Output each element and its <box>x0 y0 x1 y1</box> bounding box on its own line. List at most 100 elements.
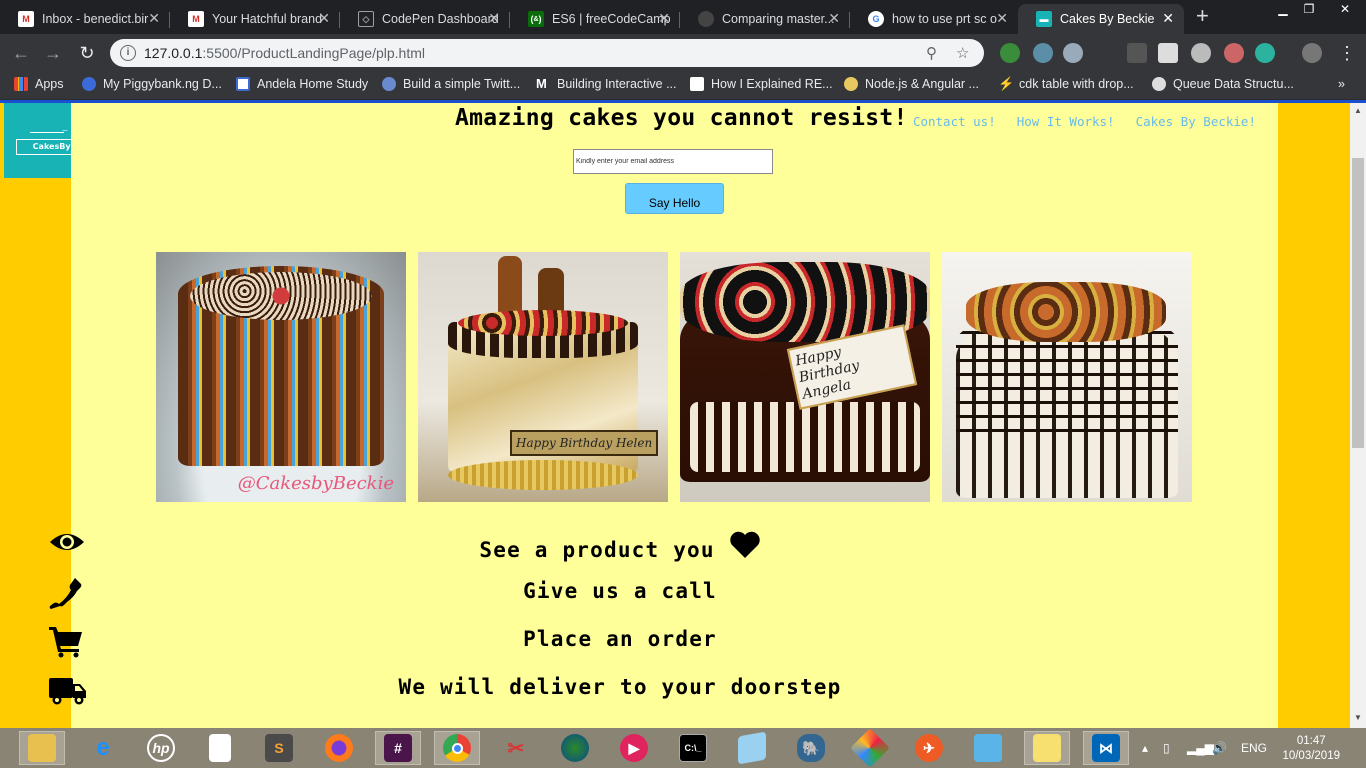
browser-tab-strip: M Inbox - benedict.bir ✕ M Your Hatchful… <box>0 0 1366 34</box>
tab-codepen[interactable]: ◇ CodePen Dashboard ✕ <box>340 4 510 34</box>
page-scrollbar[interactable]: ▲ ▼ <box>1350 103 1366 728</box>
tab-google-search[interactable]: G how to use prt sc o ✕ <box>850 4 1018 34</box>
taskbar-slack[interactable]: # <box>375 731 421 765</box>
taskbar-chrome[interactable] <box>434 731 480 765</box>
url-text: 127.0.0.1:5500/ProductLandingPage/plp.ht… <box>144 45 425 61</box>
bookmark-queue-data[interactable]: Queue Data Structu... <box>1152 77 1294 91</box>
address-bar[interactable]: i 127.0.0.1:5500/ProductLandingPage/plp.… <box>110 39 984 67</box>
close-tab-icon[interactable]: ✕ <box>148 10 160 27</box>
scrollbar-thumb[interactable] <box>1352 158 1364 448</box>
extension-ball-icon[interactable] <box>1191 43 1211 63</box>
close-window-button[interactable]: ✕ <box>1324 0 1366 18</box>
postman-icon: ✈ <box>915 734 943 762</box>
taskbar-file-explorer[interactable] <box>19 731 65 765</box>
taskbar-notepad[interactable] <box>729 731 775 765</box>
close-tab-icon[interactable]: ✕ <box>1162 10 1174 27</box>
taskbar-media-player[interactable]: ▶ <box>611 731 657 765</box>
chrome-icon <box>443 734 471 762</box>
taskbar-firefox[interactable] <box>316 731 362 765</box>
step-delivery: We will deliver to your doorstep <box>0 672 1207 712</box>
scroll-up-arrow[interactable]: ▲ <box>1354 106 1362 115</box>
zoom-icon[interactable]: ⚲ <box>926 44 937 62</box>
taskbar-git[interactable] <box>847 728 893 768</box>
bookmark-andela[interactable]: Andela Home Study <box>236 77 368 91</box>
extension-m-icon[interactable] <box>1255 43 1275 63</box>
close-tab-icon[interactable]: ✕ <box>828 10 840 27</box>
tab-github[interactable]: Comparing master... ✕ <box>680 4 850 34</box>
tray-network-icon[interactable]: ▂▄▆ <box>1187 728 1214 768</box>
page-headline: Amazing cakes you cannot resist! <box>455 105 908 131</box>
step-place-order: Place an order <box>0 624 1207 664</box>
tab-hatchful[interactable]: M Your Hatchful brand ✕ <box>170 4 340 34</box>
nav-link-how-it-works[interactable]: How It Works! <box>1017 114 1115 129</box>
bookmark-medium[interactable]: M Building Interactive ... <box>536 76 677 92</box>
taskbar-hp[interactable]: hp <box>138 731 184 765</box>
site-info-icon[interactable]: i <box>120 45 136 61</box>
cake-image-3: Happy Birthday Angela <box>680 252 930 502</box>
close-tab-icon[interactable]: ✕ <box>488 10 500 27</box>
bookmark-site-icon <box>690 77 704 91</box>
taskbar-internet-explorer[interactable]: e <box>80 731 126 765</box>
slack-icon: # <box>384 734 412 762</box>
close-tab-icon[interactable]: ✕ <box>318 10 330 27</box>
taskbar-document[interactable] <box>197 731 243 765</box>
say-hello-button[interactable]: Say Hello <box>625 183 724 214</box>
tab-gmail-inbox[interactable]: M Inbox - benedict.bir ✕ <box>0 4 170 34</box>
menu-kebab-icon[interactable]: ⋮ <box>1334 40 1360 66</box>
bookmark-node-angular[interactable]: Node.js & Angular ... <box>844 77 979 91</box>
tray-volume-icon[interactable]: 🔊 <box>1212 728 1227 768</box>
tray-language[interactable]: ENG <box>1241 728 1267 768</box>
tab-cakes-by-beckie[interactable]: ▬ Cakes By Beckie ✕ <box>1018 4 1184 34</box>
back-button[interactable]: ← <box>8 40 34 66</box>
browser-toolbar: ← → ↻ i 127.0.0.1:5500/ProductLandingPag… <box>0 34 1366 72</box>
taskbar-deploy-app[interactable] <box>965 731 1011 765</box>
email-input[interactable] <box>573 149 773 174</box>
bookmark-piggybank[interactable]: My Piggybank.ng D... <box>82 77 222 91</box>
nav-link-contact[interactable]: Contact us! <box>913 114 996 129</box>
medium-icon: M <box>536 76 547 91</box>
close-tab-icon[interactable]: ✕ <box>996 10 1008 27</box>
step-text-delivery: We will deliver to your doorstep <box>398 675 842 699</box>
gmail-icon: M <box>188 11 204 27</box>
terminal-icon: C:\_ <box>679 734 707 762</box>
taskbar-sticky-notes[interactable] <box>1024 731 1070 765</box>
taskbar-vscode[interactable]: ⋈ <box>1083 731 1129 765</box>
close-tab-icon[interactable]: ✕ <box>658 10 670 27</box>
taskbar-postgres[interactable]: 🐘 <box>788 731 834 765</box>
globe-app-icon <box>561 734 589 762</box>
bookmarks-overflow-button[interactable]: » <box>1338 77 1345 91</box>
extension-console-icon[interactable] <box>1127 43 1147 63</box>
cake-image-1: @CakesbyBeckie <box>156 252 406 502</box>
heart-icon <box>729 531 760 558</box>
taskbar-sublime[interactable]: S <box>256 731 302 765</box>
scroll-down-arrow[interactable]: ▼ <box>1354 713 1362 722</box>
extension-globe-icon[interactable] <box>1000 43 1020 63</box>
apps-grid-icon <box>14 77 28 91</box>
taskbar-postman[interactable]: ✈ <box>906 731 952 765</box>
reload-button[interactable]: ↻ <box>74 40 100 66</box>
profile-avatar[interactable] <box>1302 43 1322 63</box>
nav-link-cakes[interactable]: Cakes By Beckie! <box>1136 114 1256 129</box>
postgresql-icon: 🐘 <box>797 734 825 762</box>
taskbar-snipping-tool[interactable]: ✂ <box>493 731 539 765</box>
forward-button[interactable]: → <box>40 40 66 66</box>
bookmark-cdk-table[interactable]: ⚡ cdk table with drop... <box>998 77 1134 92</box>
tray-overflow-icon[interactable]: ▴ <box>1142 728 1148 768</box>
bookmark-star-icon[interactable]: ☆ <box>956 44 969 62</box>
tab-freecodecamp[interactable]: (&) ES6 | freeCodeCamp ✕ <box>510 4 680 34</box>
tray-clock[interactable]: 01:47 10/03/2019 <box>1282 734 1340 764</box>
taskbar-network-app[interactable] <box>552 731 598 765</box>
sticky-notes-icon <box>1033 734 1061 762</box>
extension-ring-icon[interactable] <box>1063 43 1083 63</box>
restore-window-button[interactable]: ❐ <box>1294 0 1324 18</box>
extension-s-icon[interactable] <box>1158 43 1178 63</box>
taskbar-command-prompt[interactable]: C:\_ <box>670 731 716 765</box>
bookmark-twitter-build[interactable]: Build a simple Twitt... <box>382 77 520 91</box>
tray-power-icon[interactable]: ▯ <box>1163 728 1170 768</box>
bookmark-react-explained[interactable]: How I Explained RE... <box>690 77 833 91</box>
extension-c-icon[interactable] <box>1033 43 1053 63</box>
extension-avatar-icon[interactable] <box>1224 43 1244 63</box>
bookmark-apps[interactable]: Apps <box>14 77 64 91</box>
new-tab-button[interactable]: + <box>1196 5 1209 27</box>
git-gui-icon <box>850 728 890 768</box>
